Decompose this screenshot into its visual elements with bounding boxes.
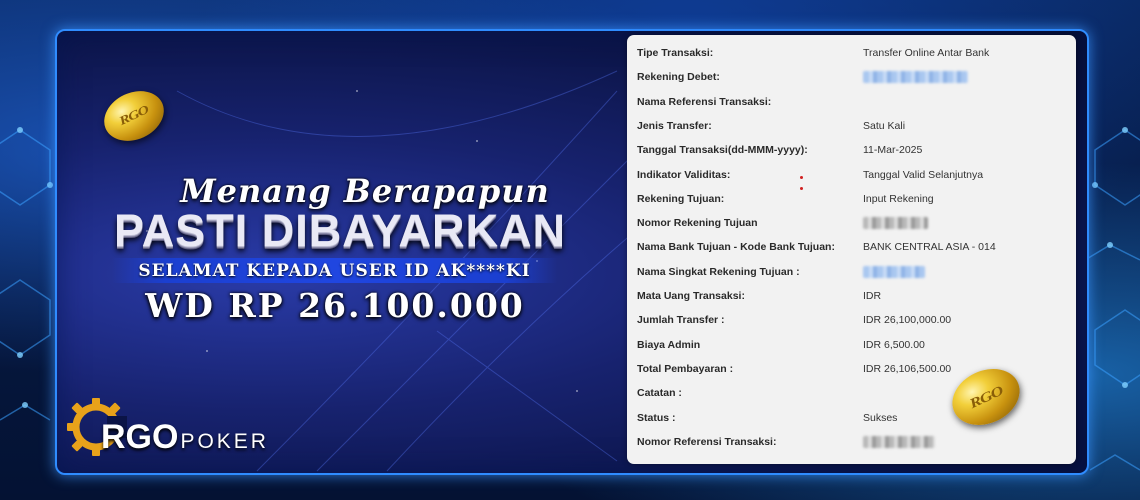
receipt-row-label: Tipe Transaksi:	[637, 47, 714, 59]
receipt-row-label: Rekening Tujuan:	[637, 192, 725, 205]
marker-dot	[800, 187, 803, 190]
receipt-row-value: Input Rekening	[863, 192, 934, 205]
receipt-row: Nama Bank Tujuan - Kode Bank Tujuan: BANK…	[627, 235, 1076, 259]
congrats-text: SELAMAT KEPADA USER ID AK****KI	[138, 260, 531, 281]
redacted-value	[863, 71, 968, 84]
receipt-row: Nomor Rekening Tujuan	[627, 211, 1076, 235]
coin-text: RGO	[117, 103, 151, 128]
receipt-row: Nama Referensi Transaksi:	[627, 90, 1076, 114]
receipt-row-label: Status :	[637, 411, 676, 424]
receipt-row-value: Transfer Online Antar Bank	[863, 47, 990, 59]
headline-main: PASTI DIBAYARKAN	[114, 205, 566, 256]
receipt-row-label: Mata Uang Transaksi:	[637, 290, 745, 302]
receipt-row: Tipe Transaksi: Transfer Online Antar Ban…	[627, 41, 1076, 65]
receipt-row-label: Jenis Transfer:	[637, 119, 712, 132]
receipt-row-value: 11-Mar-2025	[863, 144, 923, 157]
receipt-row-value: BANK CENTRAL ASIA - 014	[863, 241, 996, 254]
receipt-row-label: Tanggal Transaksi(dd-MMM-yyyy):	[637, 144, 808, 157]
receipt-row-label: Catatan :	[637, 387, 682, 400]
marker-dot	[800, 176, 803, 179]
coin-text: RGO	[966, 382, 1005, 411]
rgo-poker-logo: RGOPOKER	[65, 396, 295, 458]
receipt-row-label: Jumlah Transfer :	[637, 314, 725, 327]
receipt-row: Jumlah Transfer : IDR 26,100,000.00	[627, 308, 1076, 332]
logo-wordmark: RGOPOKER	[101, 418, 269, 457]
receipt-row-value: IDR 26,100,000.00	[863, 314, 952, 327]
receipt-row-value: Satu Kali	[863, 119, 906, 132]
receipt-row-label: Nama Singkat Rekening Tujuan :	[637, 265, 800, 278]
logo-sub: POKER	[180, 430, 269, 453]
receipt-row: Nomor Referensi Transaksi:	[627, 430, 1076, 454]
receipt-row: Mata Uang Transaksi: IDR	[627, 284, 1076, 308]
congrats-banner: SELAMAT KEPADA USER ID AK****KI	[112, 258, 557, 283]
redacted-value	[863, 265, 925, 278]
receipt-row-label: Indikator Validitas:	[637, 168, 731, 181]
receipt-row-value: IDR 26,106,500.00	[863, 362, 952, 375]
receipt-row: Rekening Tujuan: Input Rekening	[627, 187, 1076, 211]
withdrawal-amount: WD RP 26.100.000	[145, 286, 525, 325]
receipt-row-value: IDR 6,500.00	[863, 338, 925, 351]
receipt-row-label: Biaya Admin	[637, 338, 701, 351]
receipt-row-label: Nomor Rekening Tujuan	[637, 217, 758, 230]
receipt-row-label: Nomor Referensi Transaksi:	[637, 435, 777, 448]
receipt-row: Tanggal Transaksi(dd-MMM-yyyy): 11-Mar-20…	[627, 138, 1076, 162]
receipt-row-value: Sukses	[863, 411, 898, 424]
receipt-row-value: Tanggal Valid Selanjutnya	[863, 168, 984, 181]
receipt-row: Biaya Admin IDR 6,500.00	[627, 333, 1076, 357]
receipt-row-label: Rekening Debet:	[637, 71, 720, 84]
receipt-row-value: IDR	[863, 290, 882, 302]
receipt-row: Nama Singkat Rekening Tujuan :	[627, 260, 1076, 284]
receipt-row-label: Total Pembayaran :	[637, 362, 734, 375]
receipt-row-label: Nama Referensi Transaksi:	[637, 95, 772, 108]
receipt-row: Rekening Debet:	[627, 65, 1076, 89]
receipt-row: Indikator Validitas: Tanggal Valid Selanj…	[627, 163, 1076, 187]
redacted-value	[863, 217, 928, 230]
redacted-value	[863, 435, 935, 448]
logo-name: RGO	[101, 418, 179, 456]
receipt-row-label: Nama Bank Tujuan - Kode Bank Tujuan:	[637, 241, 835, 254]
receipt-row: Jenis Transfer: Satu Kali	[627, 114, 1076, 138]
